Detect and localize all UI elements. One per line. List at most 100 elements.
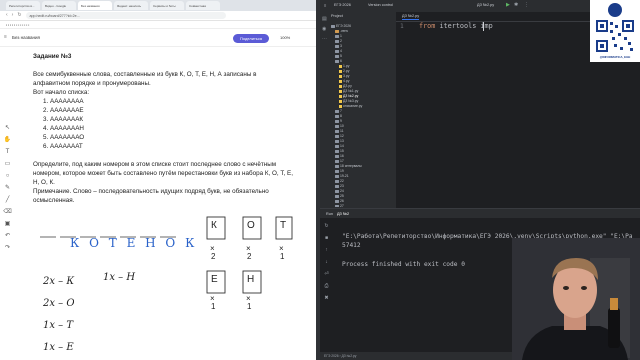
- back-icon[interactable]: ‹: [6, 13, 8, 18]
- run-config[interactable]: ДЗ №2.py: [477, 3, 494, 7]
- browser-tab[interactable]: Сервисы и боты: [150, 1, 184, 10]
- menu-icon[interactable]: ≡: [4, 35, 7, 40]
- project-selector[interactable]: ЕГЭ 2026: [334, 3, 351, 7]
- bookmark-item[interactable]: ▪ ▪ ▪ ▪ ▪ ▪ ▪ ▪ ▪ ▪ ▪ ▪: [6, 23, 29, 27]
- count-line: 1x – Е: [43, 342, 74, 353]
- trash-icon[interactable]: ✖: [324, 296, 328, 301]
- tree-file[interactable]: описание.py: [339, 104, 362, 108]
- tree-folder[interactable]: 3: [335, 44, 342, 48]
- scroll-up-icon[interactable]: ↑: [325, 248, 328, 253]
- tree-folder[interactable]: 19: [335, 169, 344, 173]
- tree-file[interactable]: 1.py: [339, 64, 349, 68]
- run-tab[interactable]: ДЗ №2: [337, 212, 349, 216]
- editor-tab-active[interactable]: ДЗ №2.py: [402, 14, 420, 20]
- tree-file[interactable]: ДЗ.py: [339, 84, 352, 88]
- project-panel-title: Project: [331, 14, 343, 18]
- tree-folder[interactable]: 1: [335, 34, 342, 38]
- tree-folder[interactable]: 11: [335, 129, 344, 133]
- code-editor[interactable]: from itertools imp: [419, 22, 493, 30]
- list-item: 5. АААААААО: [43, 134, 85, 141]
- microphone: [608, 308, 620, 348]
- tree-folder[interactable]: 24: [335, 189, 344, 193]
- tree-folder[interactable]: 23: [335, 184, 344, 188]
- run-icon[interactable]: ▶: [506, 2, 510, 8]
- tree-file-selected[interactable]: ДЗ №2.py: [339, 94, 358, 98]
- rerun-icon[interactable]: ↻: [324, 224, 328, 229]
- browser-tab-active[interactable]: Без названия: [78, 1, 112, 10]
- board-title[interactable]: Без названия: [12, 35, 40, 40]
- webcam-overlay: [512, 238, 640, 360]
- hand-icon[interactable]: ✋: [4, 137, 11, 143]
- address-bar: ‹ › ↻ app.hedit.ru/board/277?id=2e...: [0, 11, 318, 21]
- run-panel-title: Run: [326, 211, 333, 216]
- browser-tab[interactable]: Яндекс: нашлось: [114, 1, 148, 10]
- tree-file[interactable]: ДЗ №3.py: [339, 99, 358, 103]
- tree-folder[interactable]: 7: [335, 109, 342, 113]
- task-intro: Все семибуквенные слова, составленные из…: [33, 71, 257, 87]
- print-icon[interactable]: ⎙: [324, 284, 328, 289]
- tree-folder[interactable]: 27: [335, 204, 344, 207]
- text-caret: [483, 22, 484, 31]
- count-line: 1x – Т: [43, 320, 74, 331]
- tree-folder[interactable]: 19-21: [335, 174, 349, 178]
- main-menu-icon[interactable]: ≡: [324, 3, 326, 8]
- status-breadcrumb[interactable]: ЕГЭ 2026 › ДЗ №2.py: [324, 354, 356, 358]
- tree-folder[interactable]: 12: [335, 134, 344, 138]
- zoom-level[interactable]: 100%: [280, 35, 290, 40]
- tree-folder[interactable]: 9: [335, 119, 342, 123]
- box-letter: Н: [247, 274, 255, 285]
- browser-tab[interactable]: Видео - Google: [42, 1, 76, 10]
- task-list-intro: Вот начало списка:: [33, 89, 90, 96]
- tree-file[interactable]: 3.py: [339, 74, 349, 78]
- version-control-menu[interactable]: Version control: [368, 3, 393, 7]
- tree-folder[interactable]: 14: [335, 144, 344, 148]
- scroll-down-icon[interactable]: ↓: [325, 260, 328, 265]
- tree-file[interactable]: 2.py: [339, 69, 349, 73]
- bookmarks-bar: ▪ ▪ ▪ ▪ ▪ ▪ ▪ ▪ ▪ ▪ ▪ ▪: [0, 21, 318, 29]
- tree-folder[interactable]: 17: [335, 159, 344, 163]
- more-tools-icon[interactable]: ⋯: [322, 36, 327, 42]
- whiteboard-window: Репетиторство в... Видео - Google Без на…: [0, 0, 318, 360]
- count-label: 1: [280, 252, 285, 261]
- tree-folder[interactable]: .venv: [335, 29, 348, 33]
- tree-folder[interactable]: 22: [335, 179, 344, 183]
- tree-folder[interactable]: 6: [335, 59, 342, 63]
- tree-folder[interactable]: 4: [335, 49, 342, 53]
- text-icon[interactable]: T: [6, 149, 10, 155]
- count-label: 2: [211, 252, 216, 261]
- tree-folder[interactable]: 15: [335, 149, 344, 153]
- pen-icon[interactable]: ✎: [5, 185, 10, 191]
- tree-folder[interactable]: 10: [335, 124, 344, 128]
- qr-code-badge: @INFORMATICA_EGE: [590, 0, 640, 62]
- tree-folder[interactable]: 8: [335, 114, 342, 118]
- tree-folder[interactable]: 13: [335, 139, 344, 143]
- tree-folder[interactable]: 16: [335, 154, 344, 158]
- tree-folder[interactable]: 18 интервалы: [335, 164, 362, 168]
- tree-root[interactable]: ЕГЭ 2026: [331, 24, 351, 28]
- url-field[interactable]: app.hedit.ru/board/277?id=2e...: [25, 12, 226, 19]
- browser-tab[interactable]: Совместная: [186, 1, 220, 10]
- run-panel-header: Run ДЗ №2: [320, 208, 640, 218]
- line-icon[interactable]: ╱: [6, 197, 10, 203]
- debug-icon[interactable]: ✱: [514, 2, 518, 8]
- reload-icon[interactable]: ↻: [17, 13, 21, 18]
- share-button[interactable]: Поделиться: [233, 34, 269, 43]
- project-icon[interactable]: ▤: [322, 16, 327, 22]
- pointer-icon[interactable]: ↖: [5, 125, 10, 131]
- sticky-note-icon[interactable]: ▭: [5, 161, 11, 167]
- task-text: Задание №3 Все семибуквенные слова, сост…: [33, 52, 293, 205]
- tree-folder[interactable]: 2: [335, 39, 342, 43]
- more-icon[interactable]: ⋮: [524, 2, 529, 8]
- tree-folder[interactable]: 5: [335, 54, 342, 58]
- task-heading: Задание №3: [33, 53, 72, 60]
- wrap-icon[interactable]: ⏎: [324, 272, 328, 277]
- tree-file[interactable]: ДЗ №1.py: [339, 89, 358, 93]
- tree-folder[interactable]: 25: [335, 194, 344, 198]
- stop-icon[interactable]: ■: [325, 236, 328, 241]
- commit-icon[interactable]: ◉: [322, 26, 326, 32]
- tree-folder[interactable]: 26: [335, 199, 344, 203]
- browser-tab[interactable]: Репетиторство в...: [6, 1, 40, 10]
- shape-icon[interactable]: ○: [6, 173, 10, 179]
- tree-file[interactable]: 4.py: [339, 79, 349, 83]
- forward-icon[interactable]: ›: [12, 13, 14, 18]
